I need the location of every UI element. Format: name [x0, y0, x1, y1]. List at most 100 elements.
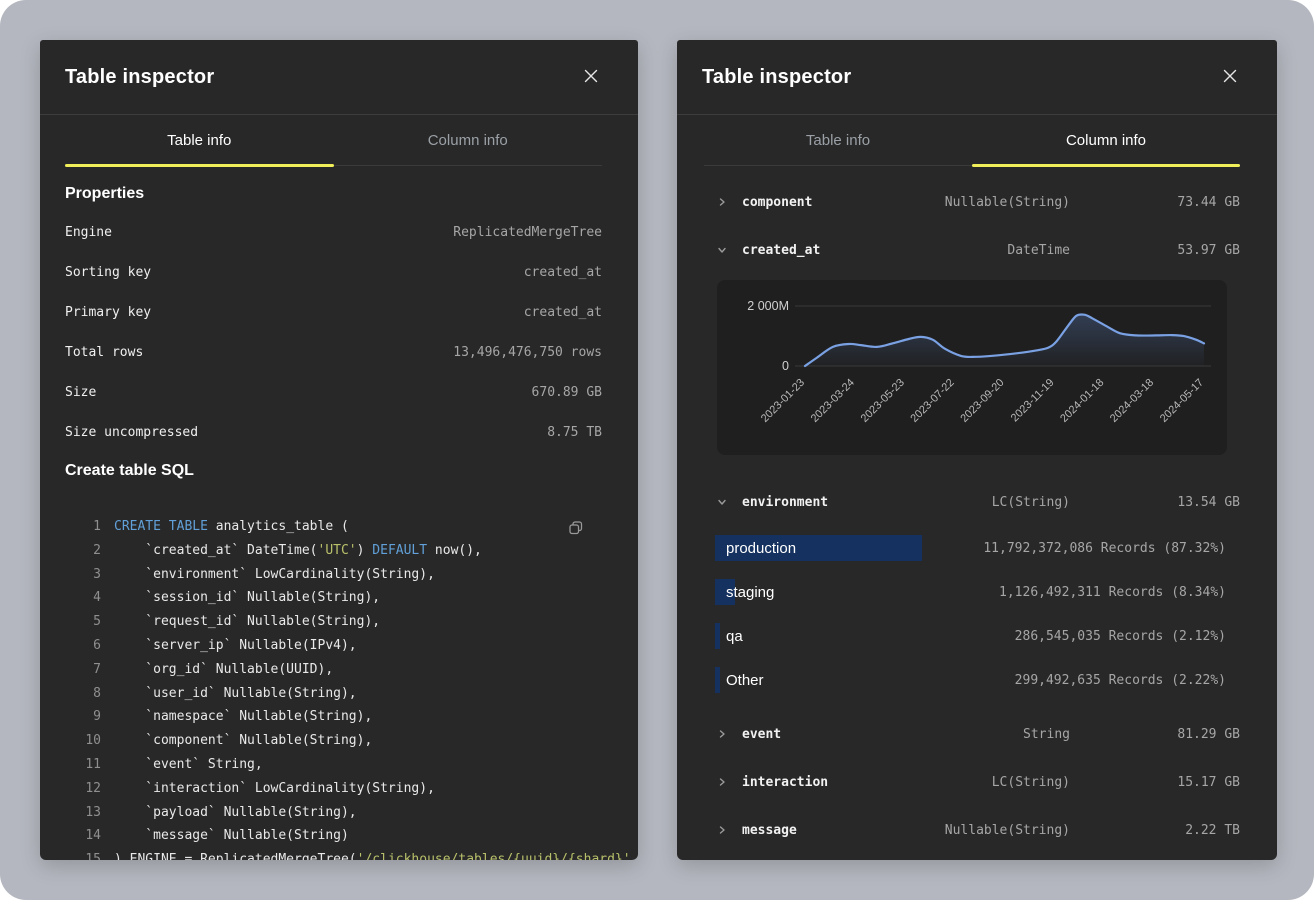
column-name: interaction [742, 775, 992, 790]
property-value: ReplicatedMergeTree [453, 225, 602, 240]
x-tick-label: 2024-03-18 [1108, 377, 1156, 425]
column-type: DateTime [1007, 243, 1070, 258]
value-label: qa [726, 628, 743, 645]
property-label: Size uncompressed [65, 425, 198, 440]
sql-line: 6 `server_ip` Nullable(IPv4), [65, 634, 602, 658]
copy-icon [568, 524, 584, 539]
property-row: EngineReplicatedMergeTree [65, 212, 602, 252]
sql-line-code: CREATE TABLE analytics_table ( [114, 515, 349, 539]
y-tick-label-zero: 0 [782, 359, 789, 373]
sql-line-code: `created_at` DateTime('UTC') DEFAULT now… [114, 539, 482, 563]
table-inspector-dialog-column-info: Table inspector Table info Column info c… [677, 40, 1277, 860]
x-tick-label: 2023-11-19 [1009, 377, 1057, 425]
close-icon [1223, 69, 1237, 86]
properties-list: EngineReplicatedMergeTreeSorting keycrea… [65, 212, 602, 452]
value-records: 299,492,635 Records (2.22%) [1015, 673, 1226, 688]
column-row-message[interactable]: messageNullable(String)2.22 TB [704, 806, 1240, 854]
column-row-interaction[interactable]: interactionLC(String)15.17 GB [704, 758, 1240, 806]
sql-line-number: 13 [65, 801, 101, 825]
value-records: 11,792,372,086 Records (87.32%) [983, 541, 1226, 556]
x-tick-label: 2023-03-24 [809, 377, 857, 425]
value-records: 286,545,035 Records (2.12%) [1015, 629, 1226, 644]
dialog-title: Table inspector [702, 66, 851, 89]
tab-column-info[interactable]: Column info [972, 115, 1240, 165]
sql-token: `component` Nullable(String), [114, 733, 372, 748]
chevron-right-icon [704, 825, 742, 835]
property-row: Size uncompressed8.75 TB [65, 412, 602, 452]
sql-line: 11 `event` String, [65, 753, 602, 777]
chevron-right-icon [704, 197, 742, 207]
sql-line: 12 `interaction` LowCardinality(String), [65, 777, 602, 801]
copy-sql-button[interactable] [566, 518, 586, 541]
sql-token: DEFAULT [372, 543, 427, 558]
property-value: created_at [524, 305, 602, 320]
sql-line-number: 7 [65, 658, 101, 682]
column-chart-container: 2 000M 0 2023-01-232023-03-242023-05-232… [717, 280, 1227, 455]
sql-line-code: `org_id` Nullable(UUID), [114, 658, 333, 682]
sql-line-number: 5 [65, 610, 101, 634]
value-bar [715, 623, 720, 649]
value-label: Other [726, 672, 764, 689]
value-label: staging [726, 584, 774, 601]
tab-table-info[interactable]: Table info [704, 115, 972, 165]
chevron-down-icon [704, 497, 742, 507]
sql-line: 15) ENGINE = ReplicatedMergeTree('/click… [65, 848, 602, 860]
sql-token: `interaction` LowCardinality(String), [114, 781, 435, 796]
sql-line-number: 2 [65, 539, 101, 563]
sql-line-number: 6 [65, 634, 101, 658]
sql-token: ) ENGINE = ReplicatedMergeTree( [114, 852, 357, 860]
sql-line-code: `interaction` LowCardinality(String), [114, 777, 435, 801]
sql-token: `environment` LowCardinality(String), [114, 567, 435, 582]
sql-line-code: `event` String, [114, 753, 263, 777]
sql-line-number: 4 [65, 586, 101, 610]
sql-line-number: 11 [65, 753, 101, 777]
sql-token: `user_id` Nullable(String), [114, 686, 357, 701]
x-tick-label: 2023-07-22 [908, 377, 956, 425]
sql-line: 4 `session_id` Nullable(String), [65, 586, 602, 610]
property-row: Primary key created_at [65, 292, 602, 332]
sql-line-number: 12 [65, 777, 101, 801]
sql-line: 1 CREATE TABLE analytics_table ( [65, 515, 602, 539]
sql-line: 7 `org_id` Nullable(UUID), [65, 658, 602, 682]
sql-token: `org_id` Nullable(UUID), [114, 662, 333, 677]
column-row-component[interactable]: componentNullable(String)73.44 GB [704, 178, 1240, 226]
sql-token: `payload` Nullable(String), [114, 805, 357, 820]
sql-line: 3 `environment` LowCardinality(String), [65, 563, 602, 587]
x-tick-label: 2023-09-20 [958, 377, 1006, 425]
sql-token: `event` String, [114, 757, 263, 772]
sql-line: 13 `payload` Nullable(String), [65, 801, 602, 825]
sql-line-number: 1 [65, 515, 101, 539]
value-records: 1,126,492,311 Records (8.34%) [999, 585, 1226, 600]
property-row: Sorting keycreated_at [65, 252, 602, 292]
column-row-environment[interactable]: environmentLC(String)13.54 GB [704, 478, 1240, 526]
sql-token: `request_id` Nullable(String), [114, 614, 380, 629]
sql-code-block: 1 CREATE TABLE analytics_table ( 2 `create… [65, 515, 602, 860]
x-tick-label: 2023-01-23 [759, 377, 807, 425]
value-row-production: production11,792,372,086 Records (87.32%… [704, 526, 1240, 570]
column-name: component [742, 195, 945, 210]
sql-line-code: ) ENGINE = ReplicatedMergeTree('/clickho… [114, 848, 631, 860]
tab-column-info[interactable]: Column info [334, 115, 603, 165]
column-size: 13.54 GB [1177, 495, 1240, 510]
sql-line-code: `payload` Nullable(String), [114, 801, 357, 825]
sql-token: '/clickhouse/tables/{uuid}/{shard}' [357, 852, 631, 860]
column-size: 53.97 GB [1177, 243, 1240, 258]
property-value: created_at [524, 265, 602, 280]
close-button[interactable] [1219, 65, 1241, 90]
close-button[interactable] [580, 65, 602, 90]
column-value-distribution: production11,792,372,086 Records (87.32%… [704, 526, 1240, 702]
sql-line: 14 `message` Nullable(String) [65, 824, 602, 848]
property-label: Primary key [65, 305, 151, 320]
dialog-header: Table inspector [677, 40, 1277, 115]
column-row-created_at[interactable]: created_atDateTime 53.97 GB [704, 226, 1240, 274]
column-type: Nullable(String) [945, 823, 1070, 838]
column-name: message [742, 823, 945, 838]
value-bar [715, 667, 720, 693]
column-name: created_at [742, 243, 1007, 258]
sql-line-code: `namespace` Nullable(String), [114, 705, 372, 729]
tab-table-info[interactable]: Table info [65, 115, 334, 165]
sql-line-number: 9 [65, 705, 101, 729]
column-row-event[interactable]: eventString81.29 GB [704, 710, 1240, 758]
column-type: LC(String) [992, 495, 1070, 510]
sql-token: CREATE TABLE [114, 519, 208, 534]
